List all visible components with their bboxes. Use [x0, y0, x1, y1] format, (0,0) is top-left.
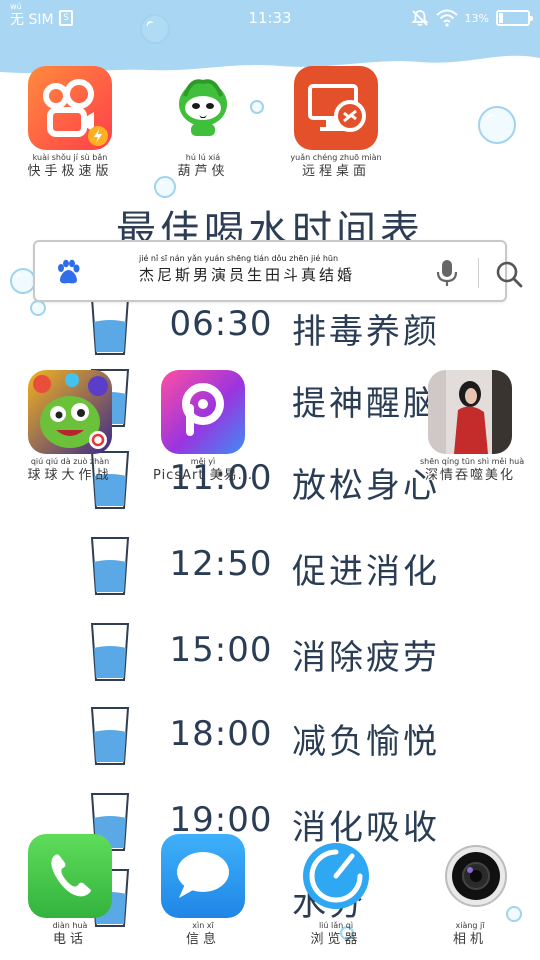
app-pinyin: liú lǎn qì: [318, 921, 354, 930]
phone-icon: [28, 834, 112, 918]
app-kuaishou-lite[interactable]: kuài shǒu jí sù bǎn 快手极速版: [20, 66, 120, 180]
microphone-icon[interactable]: [433, 258, 461, 288]
app-pinyin: xìn xī: [192, 921, 214, 930]
status-bar: wú 无 SIM S 11:33 13%: [0, 0, 540, 36]
search-query-text: 杰尼斯男演员生田斗真结婚: [139, 266, 356, 284]
schedule-row: 18:00 减负愉悦: [0, 704, 540, 774]
schedule-benefit: 排毒养颜: [292, 312, 440, 352]
app-remote-desktop[interactable]: yuǎn chéng zhuō miàn 远程桌面: [286, 66, 386, 180]
water-glass-icon: [90, 297, 130, 355]
app-label: 浏览器: [310, 932, 362, 947]
app-pinyin: xiàng jī: [455, 921, 485, 930]
search-widget[interactable]: jié nǐ sī nán yǎn yuán shēng tián dǒu zh…: [33, 240, 523, 302]
search-pinyin: jié nǐ sī nán yǎn yuán shēng tián dǒu zh…: [139, 254, 339, 263]
app-ball-battle[interactable]: qiú qiú dà zuò zhàn 球球大作战: [20, 370, 120, 484]
app-phone[interactable]: diàn huà 电话: [20, 834, 120, 948]
app-pinyin: yuǎn chéng zhuō miàn: [290, 153, 382, 162]
schedule-time: 06:30: [169, 304, 273, 344]
messages-icon: [161, 834, 245, 918]
schedule-row: 15:00 消除疲劳: [0, 620, 540, 690]
camera-icon: [428, 834, 512, 918]
app-browser[interactable]: liú lǎn qì 浏览器: [286, 834, 386, 948]
baidu-paw-icon: [58, 259, 80, 284]
schedule-row: 06:30 排毒养颜: [0, 294, 540, 364]
app-label: 深情吞噬美化: [424, 468, 515, 483]
water-glass-icon: [90, 537, 130, 595]
app-portrait-beautify[interactable]: shēn qíng tūn shì měi huà 深情吞噬美化: [420, 370, 525, 484]
schedule-time: 18:00: [169, 714, 273, 754]
schedule-time: 15:00: [169, 630, 273, 670]
app-huluxia[interactable]: hú lú xiá 葫芦侠: [153, 66, 253, 180]
schedule-benefit: 放松身心: [292, 466, 440, 506]
ball-battle-icon: [28, 370, 112, 454]
battery-level: [499, 13, 503, 23]
kuaishou-lite-icon: [28, 66, 112, 150]
app-pinyin: měi yì: [190, 457, 216, 466]
browser-icon: [294, 834, 378, 918]
water-glass-icon: [90, 707, 130, 765]
bubble: [478, 106, 516, 144]
app-label: PicsArt 美易...: [153, 468, 253, 483]
schedule-time: 12:50: [169, 544, 273, 584]
huluxia-icon: [161, 66, 245, 150]
schedule-benefit: 提神醒脑: [292, 384, 440, 424]
schedule-benefit: 促进消化: [292, 552, 440, 592]
app-pinyin: diàn huà: [52, 921, 88, 930]
app-label: 电话: [52, 932, 87, 947]
app-pinyin: shēn qíng tūn shì měi huà: [420, 457, 525, 466]
search-suggestion[interactable]: jié nǐ sī nán yǎn yuán shēng tián dǒu zh…: [139, 254, 355, 285]
battery-icon: [496, 10, 533, 26]
app-label: 信息: [185, 932, 220, 947]
app-label: 相机: [452, 932, 487, 947]
app-pinyin: qiú qiú dà zuò zhàn: [30, 457, 110, 466]
remote-desktop-icon: [294, 66, 378, 150]
search-divider: [478, 258, 479, 288]
app-camera[interactable]: xiàng jī 相机: [420, 834, 520, 948]
app-pinyin: hú lú xiá: [185, 153, 221, 162]
mute-icon: [410, 10, 429, 26]
schedule-benefit: 消除疲劳: [292, 638, 440, 678]
schedule-row: 12:50 促进消化: [0, 534, 540, 604]
app-label: 球球大作战: [27, 468, 113, 483]
app-label: 快手极速版: [27, 164, 113, 179]
app-messages[interactable]: xìn xī 信息: [153, 834, 253, 948]
battery-percent: 13%: [464, 11, 489, 25]
app-picsart[interactable]: měi yì PicsArt 美易...: [153, 370, 253, 484]
water-glass-icon: [90, 623, 130, 681]
search-icon[interactable]: [495, 260, 523, 288]
portrait-icon: [428, 370, 512, 454]
app-label: 葫芦侠: [177, 164, 229, 179]
app-label: 远程桌面: [301, 164, 370, 179]
app-pinyin: kuài shǒu jí sù bǎn: [32, 153, 108, 162]
picsart-icon: [161, 370, 245, 454]
schedule-benefit: 减负愉悦: [292, 722, 440, 762]
wifi-icon: [435, 9, 458, 27]
